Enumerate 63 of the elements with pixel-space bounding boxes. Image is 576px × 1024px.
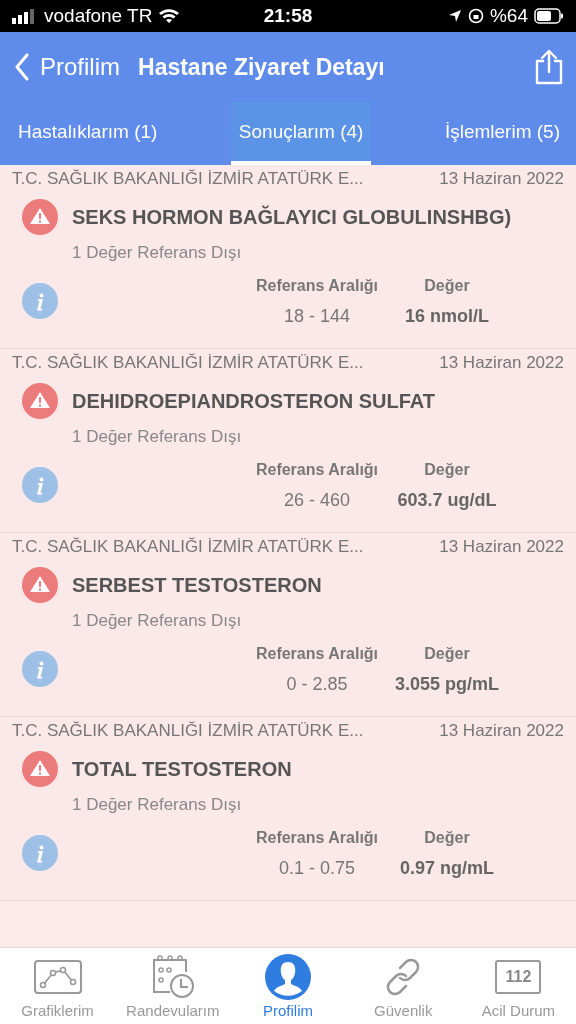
column-label: Değer [423, 829, 471, 847]
warning-icon [22, 199, 58, 235]
result-summary: 1 Değer Referans Dışı [71, 242, 243, 263]
share-button[interactable] [534, 49, 564, 85]
warning-icon [22, 567, 58, 603]
screen-title: Hastane Ziyaret Detayı [138, 53, 386, 81]
info-icon[interactable] [22, 835, 58, 871]
result-date: 13 Haziran 2022 [439, 721, 564, 741]
result-summary: 1 Değer Referans Dışı [71, 426, 243, 447]
location-icon [447, 9, 462, 23]
wifi-icon [158, 8, 181, 24]
result-value: 603.7 ug/dL [396, 489, 498, 511]
tab[interactable]: Hastalıklarım (1) [10, 102, 166, 165]
emergency-number-icon: 112 [495, 959, 542, 994]
clock: 21:58 [263, 5, 313, 27]
back-button[interactable]: Profilim [14, 53, 120, 81]
result-date: 13 Haziran 2022 [439, 537, 564, 557]
hospital-name: T.C. SAĞLIK BAKANLIĞI İZMİR ATATÜRK E... [12, 537, 364, 557]
tab-bar-item[interactable]: Randevularım [115, 948, 231, 1024]
reference-range: 18 - 144 [282, 305, 352, 327]
test-name: DEHIDROEPIANDROSTERON SULFAT [72, 389, 435, 413]
battery-percent: %64 [489, 5, 528, 27]
reference-range: 0 - 2.85 [285, 673, 349, 695]
result-date: 13 Haziran 2022 [439, 353, 564, 373]
result-summary: 1 Değer Referans Dışı [71, 794, 243, 815]
tab-bar-item[interactable]: Güvenlik [345, 948, 461, 1024]
result-date: 13 Haziran 2022 [439, 169, 564, 189]
reference-range: 26 - 460 [282, 489, 352, 511]
result-value: 0.97 ng/mL [399, 857, 495, 879]
test-name: TOTAL TESTOSTERON [72, 757, 292, 781]
column-label: Referans Aralığı [254, 829, 380, 847]
warning-icon [22, 751, 58, 787]
result-value: 3.055 pg/mL [393, 673, 500, 695]
info-icon[interactable] [22, 467, 58, 503]
chevron-left-icon [14, 53, 30, 81]
tab-bar-item[interactable]: 112 Acil Durum [460, 948, 576, 1024]
carrier-name: vodafone TR [44, 5, 153, 27]
reference-range: 0.1 - 0.75 [277, 857, 357, 879]
hospital-name: T.C. SAĞLIK BAKANLIĞI İZMİR ATATÜRK E... [12, 721, 364, 741]
tab[interactable]: Sonuçlarım (4) [230, 102, 372, 165]
info-icon[interactable] [22, 283, 58, 319]
info-icon[interactable] [22, 651, 58, 687]
column-label: Değer [423, 277, 471, 295]
result-value: 16 nmol/L [404, 305, 490, 327]
test-name: SERBEST TESTOSTERON [72, 573, 322, 597]
column-label: Referans Aralığı [254, 645, 380, 663]
column-label: Referans Aralığı [254, 277, 380, 295]
test-name: SEKS HORMON BAĞLAYICI GLOBULINSHBG) [72, 205, 512, 229]
warning-icon [22, 383, 58, 419]
share-icon [534, 49, 564, 85]
column-label: Referans Aralığı [254, 461, 380, 479]
hospital-name: T.C. SAĞLIK BAKANLIĞI İZMİR ATATÜRK E... [12, 169, 364, 189]
battery-icon [534, 8, 564, 24]
rotation-lock-icon [467, 8, 484, 24]
user-avatar-icon [265, 953, 311, 1000]
hospital-name: T.C. SAĞLIK BAKANLIĞI İZMİR ATATÜRK E... [12, 353, 364, 373]
tab-bar-item[interactable]: Profilim [230, 948, 346, 1024]
column-label: Değer [423, 645, 471, 663]
column-label: Değer [423, 461, 471, 479]
result-summary: 1 Değer Referans Dışı [71, 610, 243, 631]
tab[interactable]: İşlemlerim (5) [436, 102, 568, 165]
line-chart-icon [33, 959, 82, 994]
tab-bar-item[interactable]: Grafiklerim [0, 948, 116, 1024]
